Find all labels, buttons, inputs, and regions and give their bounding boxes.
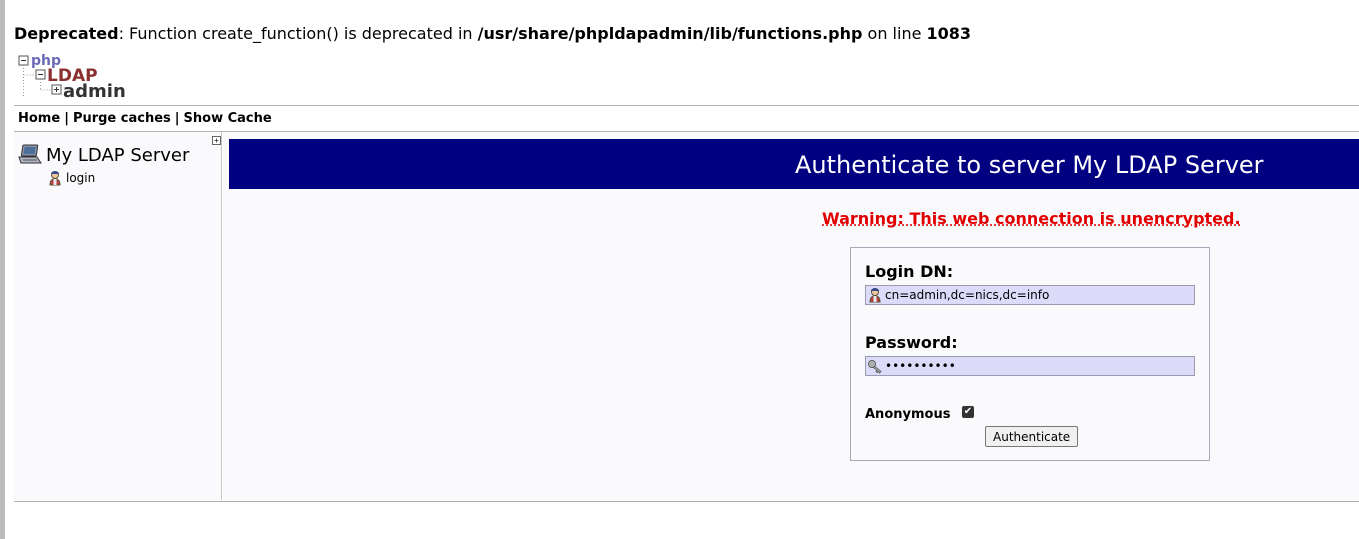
server-icon (18, 144, 42, 164)
header-divider (14, 105, 1359, 106)
menu-separator: | (64, 111, 69, 126)
user-icon (49, 171, 61, 186)
login-dn-field[interactable] (865, 285, 1195, 305)
window-edge (0, 0, 5, 539)
purge-caches-link[interactable]: Purge caches (73, 111, 171, 126)
tree-server-item[interactable]: My LDAP Server (18, 144, 189, 166)
tree-login-item[interactable]: login (48, 170, 95, 186)
login-dn-input[interactable] (885, 288, 1185, 302)
deprecation-notice: Deprecated: Function create_function() i… (14, 24, 972, 43)
expand-icon[interactable]: + (212, 136, 221, 145)
password-field[interactable] (865, 356, 1195, 376)
menu-separator: | (174, 111, 180, 126)
anonymous-label: Anonymous (865, 407, 951, 422)
show-cache-link[interactable]: Show Cache (184, 111, 272, 126)
page-title: Authenticate to server My LDAP Server (795, 151, 1264, 179)
phpldapadmin-logo[interactable]: php LDAP admin (18, 52, 128, 102)
server-name: My LDAP Server (46, 144, 190, 166)
title-bar: Authenticate to server My LDAP Server (229, 139, 1359, 189)
password-label: Password: (865, 333, 958, 352)
svg-text:admin: admin (63, 81, 126, 102)
top-menu: Home | Purge caches | Show Cache (18, 111, 272, 126)
footer-divider (14, 501, 1359, 502)
authenticate-button[interactable]: Authenticate (985, 426, 1079, 447)
user-icon (869, 288, 881, 303)
server-tree-panel: + My LDAP Server login (14, 132, 222, 500)
unencrypted-warning: Warning: This web connection is unencryp… (822, 209, 1241, 228)
key-icon (868, 360, 882, 374)
anonymous-checkbox[interactable]: ✔ (962, 406, 974, 418)
password-input[interactable] (885, 359, 1185, 373)
login-dn-label: Login DN: (865, 262, 954, 281)
login-form: Login DN: Password: Anonymous ✔ Authenti… (850, 247, 1210, 461)
login-label: login (66, 171, 96, 185)
home-link[interactable]: Home (18, 111, 60, 126)
